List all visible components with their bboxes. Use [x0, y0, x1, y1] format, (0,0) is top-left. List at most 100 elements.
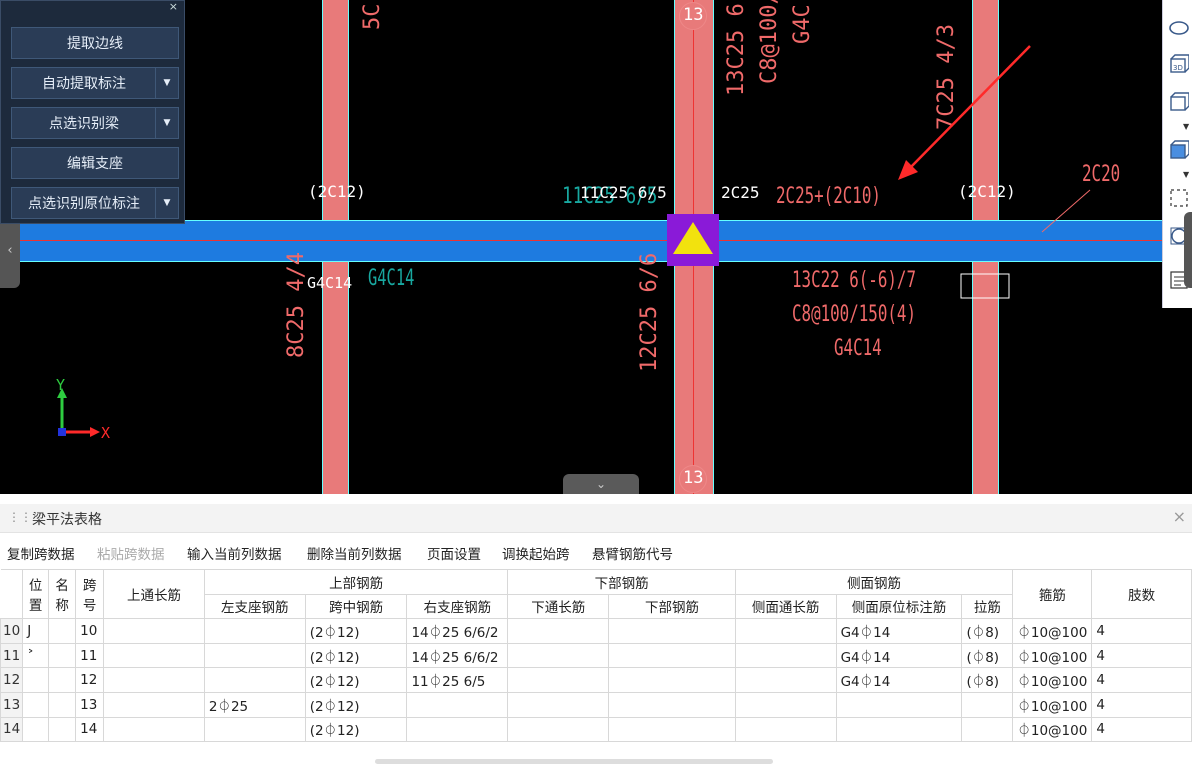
cell-b-long[interactable]	[507, 642, 610, 669]
col-header-top-long[interactable]: 上通长筋	[103, 568, 205, 620]
cell-s-long[interactable]	[734, 642, 837, 669]
cell-legs[interactable]: 4	[1091, 691, 1192, 718]
row-number[interactable]: 11	[0, 642, 24, 669]
cell-name[interactable]	[48, 667, 77, 693]
dashed-select-icon[interactable]	[1169, 188, 1189, 208]
cell-mid[interactable]: (2⏀12)	[304, 642, 408, 669]
pick-identify-beam-button[interactable]: 点选识别梁 ▼	[11, 107, 179, 139]
cell-pos[interactable]: J	[22, 618, 50, 644]
col-header-right-support[interactable]: 右支座钢筋	[406, 593, 509, 620]
cell-legs[interactable]: 4	[1091, 642, 1192, 669]
cell-left[interactable]: 2⏀25	[203, 691, 306, 718]
horizontal-scrollbar[interactable]	[375, 759, 773, 764]
table-row[interactable]: 11 ˃ 11 (2⏀12) 14⏀25 6/6/2 G4⏀14 (⏀8) ⏀10@100 4	[0, 642, 1192, 669]
cell-stirrup[interactable]: ⏀10@100	[1012, 618, 1093, 644]
col-header-left-support[interactable]: 左支座钢筋	[203, 593, 306, 620]
dropdown-arrow-icon[interactable]: ▼	[155, 108, 178, 138]
close-icon[interactable]: ×	[1173, 507, 1186, 526]
cell-b-bar[interactable]	[608, 691, 736, 718]
cell-s-inplace[interactable]	[835, 691, 963, 718]
cell-tie[interactable]	[961, 691, 1014, 718]
cell-tie[interactable]: (⏀8)	[961, 618, 1014, 644]
col-header-bottom-long[interactable]: 下通长筋	[507, 593, 610, 620]
cell-tie[interactable]	[961, 716, 1014, 743]
row-number[interactable]: 14	[0, 716, 24, 743]
cell-mid[interactable]: (2⏀12)	[304, 691, 408, 718]
cell-tie[interactable]: (⏀8)	[961, 642, 1014, 669]
row-number[interactable]: 13	[0, 691, 24, 718]
table-row[interactable]: 13 13 2⏀25 (2⏀12) ⏀10@100 4	[0, 691, 1192, 718]
col-header-bottom-bar[interactable]: 下部钢筋	[608, 593, 736, 620]
cell-right[interactable]	[406, 716, 509, 743]
table-row[interactable]: 14 14 (2⏀12) ⏀10@100 4	[0, 716, 1192, 743]
cell-s-inplace[interactable]: G4⏀14	[835, 618, 963, 644]
cell-span[interactable]: 10	[75, 618, 105, 644]
cell-legs[interactable]: 4	[1091, 716, 1192, 743]
cell-stirrup[interactable]: ⏀10@100	[1012, 691, 1093, 718]
panel-header[interactable]: ⋮⋮ 梁平法表格 ×	[0, 504, 1192, 533]
cell-pos[interactable]	[22, 716, 50, 743]
col-header-mid-span[interactable]: 跨中钢筋	[304, 593, 408, 620]
cell-b-bar[interactable]	[608, 642, 736, 669]
cell-top-long[interactable]	[103, 618, 205, 644]
pick-identify-inplace-button[interactable]: 点选识别原位标注 ▼	[11, 187, 179, 219]
row-number[interactable]: 10	[0, 618, 24, 644]
col-header-position[interactable]: 位置	[22, 568, 50, 620]
cell-top-long[interactable]	[103, 642, 205, 669]
cell-s-inplace[interactable]: G4⏀14	[835, 667, 963, 693]
cell-stirrup[interactable]: ⏀10@100	[1012, 716, 1093, 743]
ellipse-icon[interactable]	[1169, 18, 1189, 38]
delete-column-data-button[interactable]: 删除当前列数据	[307, 543, 402, 563]
cell-mid[interactable]: (2⏀12)	[304, 716, 408, 743]
cell-pos[interactable]	[22, 667, 50, 693]
swap-start-span-button[interactable]: 调换起始跨	[502, 543, 570, 563]
cell-name[interactable]	[48, 691, 77, 718]
auto-extract-annotation-button[interactable]: 自动提取标注 ▼	[11, 67, 179, 99]
cell-right[interactable]	[406, 691, 509, 718]
drag-grip-icon[interactable]: ⋮⋮	[8, 510, 32, 524]
panel-close-button[interactable]: ×	[169, 1, 178, 13]
cantilever-rebar-code-button[interactable]: 悬臂钢筋代号	[592, 543, 673, 563]
cell-b-bar[interactable]	[608, 716, 736, 743]
paste-span-data-button[interactable]: 粘贴跨数据	[97, 543, 165, 563]
row-number[interactable]: 12	[0, 667, 24, 693]
cell-right[interactable]: 14⏀25 6/6/2	[406, 642, 509, 669]
dropdown-arrow-icon[interactable]: ▼	[155, 188, 178, 218]
3d-box-icon[interactable]: 3D	[1169, 54, 1189, 74]
cell-top-long[interactable]	[103, 667, 205, 693]
cell-b-long[interactable]	[507, 691, 610, 718]
table-row[interactable]: 10 J 10 (2⏀12) 14⏀25 6/6/2 G4⏀14 (⏀8) ⏀10@100 4	[0, 618, 1192, 644]
cell-s-long[interactable]	[734, 691, 837, 718]
table-row[interactable]: 12 12 (2⏀12) 11⏀25 6/5 G4⏀14 (⏀8) ⏀10@100 4	[0, 667, 1192, 693]
col-header-stirrup[interactable]: 箍筋	[1012, 568, 1093, 620]
col-header-legs[interactable]: 肢数	[1091, 568, 1192, 620]
dropdown-arrow-icon[interactable]: ▼	[1183, 170, 1189, 179]
col-header-side-inplace[interactable]: 侧面原位标注筋	[835, 593, 963, 620]
cell-pos[interactable]: ˃	[22, 642, 50, 669]
cell-left[interactable]	[203, 618, 306, 644]
cell-left[interactable]	[203, 667, 306, 693]
cell-s-inplace[interactable]	[835, 716, 963, 743]
cell-pos[interactable]	[22, 691, 50, 718]
cell-name[interactable]	[48, 618, 77, 644]
cell-b-bar[interactable]	[608, 667, 736, 693]
bottom-expand-handle[interactable]: ⌄	[563, 474, 639, 494]
page-setup-button[interactable]: 页面设置	[427, 543, 481, 563]
cell-top-long[interactable]	[103, 716, 205, 743]
cell-s-long[interactable]	[734, 618, 837, 644]
copy-span-data-button[interactable]: 复制跨数据	[7, 543, 75, 563]
cell-legs[interactable]: 4	[1091, 618, 1192, 644]
cell-name[interactable]	[48, 642, 77, 669]
box-icon[interactable]	[1169, 92, 1189, 112]
cell-span[interactable]: 13	[75, 691, 105, 718]
box-filled-icon[interactable]	[1169, 140, 1189, 160]
cell-left[interactable]	[203, 642, 306, 669]
cell-b-long[interactable]	[507, 618, 610, 644]
input-column-data-button[interactable]: 输入当前列数据	[187, 543, 282, 563]
cell-b-long[interactable]	[507, 667, 610, 693]
cell-span[interactable]: 12	[75, 667, 105, 693]
cell-span[interactable]: 14	[75, 716, 105, 743]
cell-right[interactable]: 14⏀25 6/6/2	[406, 618, 509, 644]
cell-b-bar[interactable]	[608, 618, 736, 644]
cell-s-long[interactable]	[734, 667, 837, 693]
